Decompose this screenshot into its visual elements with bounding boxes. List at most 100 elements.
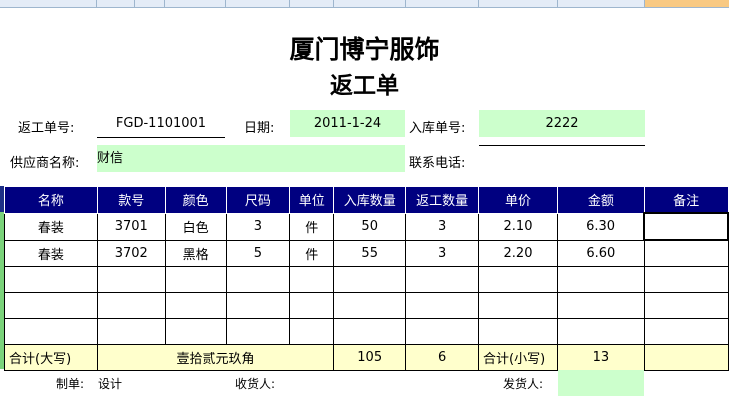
col-header-qty-in[interactable]: 入库数量: [333, 186, 407, 214]
cell[interactable]: [225, 266, 291, 293]
total-qty-rework[interactable]: 6: [405, 344, 480, 371]
col-header-color[interactable]: 颜色: [164, 186, 227, 214]
cell[interactable]: [405, 266, 480, 293]
total-remark[interactable]: [643, 344, 729, 371]
cell[interactable]: [478, 266, 558, 293]
column-header[interactable]: [97, 0, 135, 7]
col-header-name[interactable]: 名称: [4, 186, 98, 214]
cell[interactable]: 55: [333, 239, 407, 267]
col-header-size[interactable]: 尺码: [225, 186, 291, 214]
cell[interactable]: [643, 292, 729, 319]
cell[interactable]: [556, 292, 645, 319]
cell[interactable]: [96, 292, 166, 319]
cell[interactable]: [4, 266, 98, 293]
stock-no-field[interactable]: 2222: [479, 110, 645, 137]
cell[interactable]: [289, 318, 335, 345]
cell[interactable]: [643, 239, 729, 267]
table-row: [4, 292, 729, 319]
cell[interactable]: [333, 266, 407, 293]
cell[interactable]: 春装: [4, 239, 98, 267]
total-amount[interactable]: 13: [556, 344, 645, 371]
cell[interactable]: [164, 318, 227, 345]
cell[interactable]: [405, 292, 480, 319]
date-label: 日期:: [244, 121, 275, 136]
column-header[interactable]: [226, 0, 290, 7]
cell[interactable]: [478, 292, 558, 319]
cell[interactable]: 6.30: [556, 212, 645, 241]
cell[interactable]: 白色: [164, 212, 227, 241]
cell[interactable]: [96, 318, 166, 345]
col-header-style-no[interactable]: 款号: [96, 186, 166, 214]
cell[interactable]: 件: [289, 212, 335, 241]
total-amount-words[interactable]: 壹拾贰元玖角: [96, 344, 335, 371]
table-row: [4, 266, 729, 293]
cell[interactable]: [289, 266, 335, 293]
total-upper-label: 合计(大写): [4, 344, 98, 371]
cell[interactable]: [4, 292, 98, 319]
cell[interactable]: [96, 266, 166, 293]
cell[interactable]: [164, 266, 227, 293]
cell[interactable]: 件: [289, 239, 335, 267]
column-header[interactable]: [135, 0, 165, 7]
cell[interactable]: [225, 318, 291, 345]
table-row: 春装 3702 黑格 5 件 55 3 2.20 6.60: [4, 239, 729, 267]
cell[interactable]: 50: [333, 212, 407, 241]
cell[interactable]: 3701: [96, 212, 166, 241]
cell[interactable]: 春装: [4, 212, 98, 241]
col-header-unit[interactable]: 单位: [289, 186, 335, 214]
col-header-remark[interactable]: 备注: [643, 186, 729, 214]
cell[interactable]: 5: [225, 239, 291, 267]
cell[interactable]: [164, 292, 227, 319]
form-title: 返工单: [330, 72, 399, 99]
cell[interactable]: 6.60: [556, 239, 645, 267]
cell[interactable]: 3702: [96, 239, 166, 267]
date-field[interactable]: 2011-1-24: [290, 110, 405, 137]
sender-field[interactable]: [558, 370, 644, 396]
col-header-qty-rework[interactable]: 返工数量: [405, 186, 480, 214]
cell[interactable]: 2.20: [478, 239, 558, 267]
cell[interactable]: [556, 266, 645, 293]
receiver-label: 收货人:: [235, 377, 276, 391]
col-header-unit-price[interactable]: 单价: [478, 186, 558, 214]
column-header[interactable]: [165, 0, 226, 7]
total-lower-label: 合计(小写): [478, 344, 558, 371]
table-row: 春装 3701 白色 3 件 50 3 2.10 6.30: [4, 212, 729, 241]
cell[interactable]: [225, 292, 291, 319]
column-header[interactable]: [0, 0, 97, 7]
sender-label: 发货人:: [503, 377, 544, 391]
phone-field[interactable]: [479, 145, 645, 146]
cell[interactable]: [333, 292, 407, 319]
maker-label: 制单:: [56, 377, 85, 391]
order-no-field[interactable]: FGD-1101001: [97, 110, 225, 138]
cell[interactable]: [643, 318, 729, 345]
supplier-field[interactable]: 财信: [97, 145, 405, 172]
cell[interactable]: [4, 318, 98, 345]
column-header[interactable]: [479, 0, 558, 7]
column-header[interactable]: [406, 0, 479, 7]
cell[interactable]: [556, 318, 645, 345]
cell[interactable]: 2.10: [478, 212, 558, 241]
column-header[interactable]: [558, 0, 645, 7]
cell[interactable]: 3: [405, 239, 480, 267]
rework-table: 名称 款号 颜色 尺码 单位 入库数量 返工数量 单价 金额 备注 春装 370…: [4, 186, 729, 371]
cell[interactable]: 3: [405, 212, 480, 241]
company-title: 厦门博宁服饰: [289, 35, 440, 64]
order-no-label: 返工单号:: [18, 121, 75, 136]
maker-value[interactable]: 设计: [98, 375, 122, 392]
active-cell[interactable]: [643, 212, 729, 241]
column-header-strip: [0, 0, 729, 8]
cell[interactable]: 3: [225, 212, 291, 241]
total-qty-in[interactable]: 105: [333, 344, 407, 371]
cell[interactable]: 黑格: [164, 239, 227, 267]
column-header-selected[interactable]: [645, 0, 729, 7]
column-header[interactable]: [334, 0, 406, 7]
col-header-amount[interactable]: 金额: [556, 186, 645, 214]
column-header[interactable]: [290, 0, 334, 7]
table-row: [4, 318, 729, 345]
cell[interactable]: [643, 266, 729, 293]
cell[interactable]: [289, 292, 335, 319]
cell[interactable]: [333, 318, 407, 345]
supplier-label: 供应商名称:: [10, 156, 80, 171]
cell[interactable]: [478, 318, 558, 345]
cell[interactable]: [405, 318, 480, 345]
